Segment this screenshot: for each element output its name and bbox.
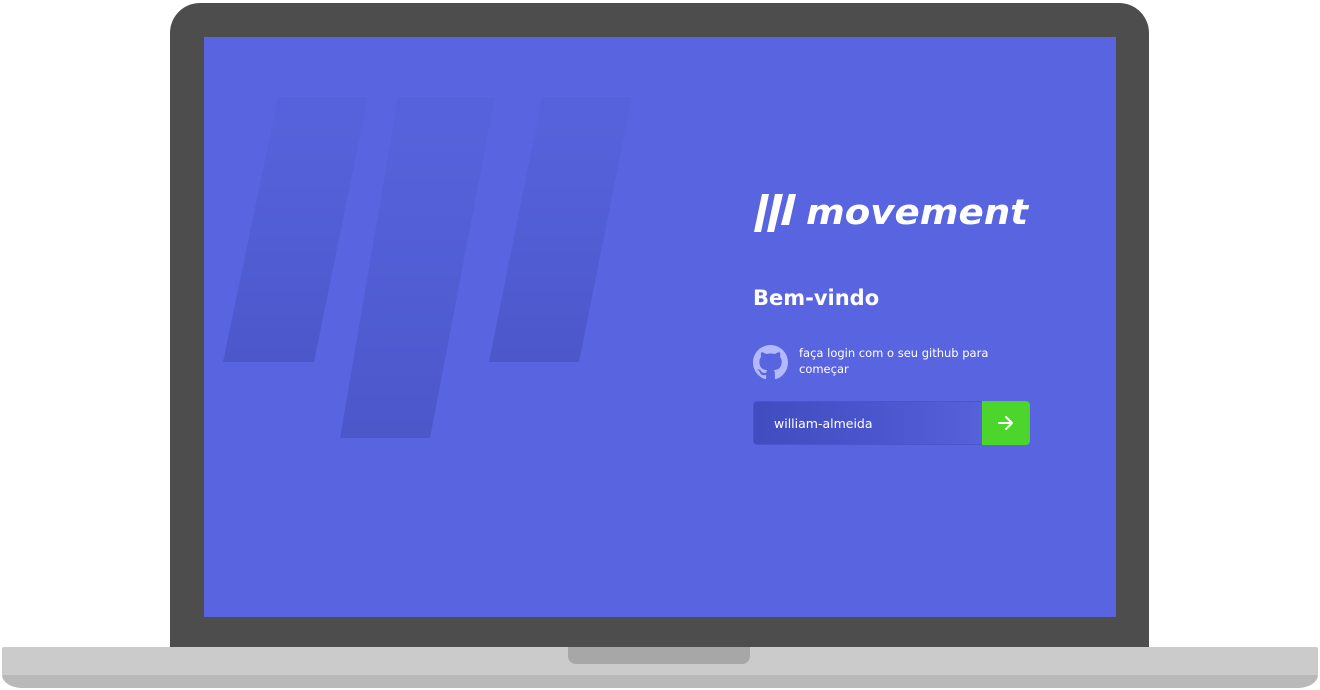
stripe-3 — [489, 97, 632, 362]
login-panel: movement Bem-vindo faça login com o seu … — [753, 185, 1043, 445]
laptop-hinge-notch — [568, 647, 750, 664]
arrow-right-icon — [998, 416, 1013, 430]
laptop-base-lip — [2, 675, 1318, 688]
github-prompt-row: faça login com o seu github para começar — [753, 345, 1043, 380]
laptop-mockup: movement Bem-vindo faça login com o seu … — [0, 0, 1320, 690]
logo-wordmark: movement — [806, 193, 1029, 233]
github-login-prompt: faça login com o seu github para começar — [799, 346, 989, 376]
submit-button[interactable] — [982, 401, 1030, 445]
stripe-2 — [340, 97, 495, 438]
laptop-lid: movement Bem-vindo faça login com o seu … — [170, 3, 1149, 655]
github-username-input[interactable] — [753, 401, 982, 445]
movement-logo: movement — [753, 185, 1043, 237]
stripe-1 — [223, 97, 368, 362]
laptop-base — [2, 647, 1318, 688]
github-icon — [753, 345, 788, 380]
background-stripes-decoration — [223, 97, 632, 438]
laptop-screen: movement Bem-vindo faça login com o seu … — [204, 37, 1116, 617]
welcome-title: Bem-vindo — [753, 286, 880, 310]
login-form — [753, 401, 1030, 445]
